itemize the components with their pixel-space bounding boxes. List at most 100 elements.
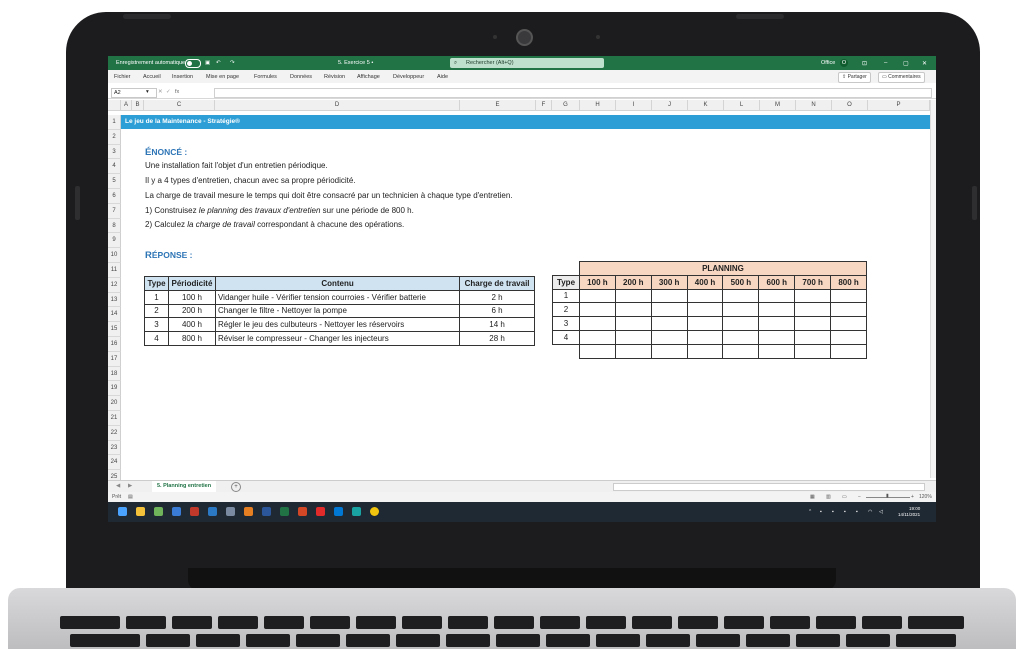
planning-cell[interactable]	[758, 288, 796, 304]
col-header-b[interactable]: B	[132, 100, 144, 111]
period-header[interactable]: 800 h	[830, 274, 867, 290]
page-break-icon[interactable]: ▭	[842, 494, 847, 500]
col-header-a[interactable]: A	[121, 100, 132, 111]
formula-input[interactable]	[214, 88, 932, 98]
col-header-c[interactable]: C	[144, 100, 215, 111]
row-header-24[interactable]: 24	[108, 455, 121, 471]
col-header-f[interactable]: F	[536, 100, 552, 111]
row-header-3[interactable]: 3	[108, 144, 121, 160]
header-charge[interactable]: Charge de travail	[459, 276, 535, 291]
menu-developpeur[interactable]: Développeur	[393, 74, 424, 80]
table-cell[interactable]: 28 h	[459, 331, 535, 346]
table-cell[interactable]: Régler le jeu des culbuteurs - Nettoyer …	[214, 317, 461, 333]
row-header-19[interactable]: 19	[108, 381, 121, 397]
menu-affichage[interactable]: Affichage	[357, 74, 380, 80]
table-cell[interactable]: 100 h	[167, 289, 216, 305]
row-header-7[interactable]: 7	[108, 203, 121, 219]
col-header-l[interactable]: L	[724, 100, 760, 111]
col-header-n[interactable]: N	[796, 100, 832, 111]
horizontal-scrollbar[interactable]	[613, 483, 925, 491]
confirm-icon[interactable]: ✓	[166, 89, 171, 95]
file-explorer-icon[interactable]	[136, 507, 145, 516]
row-header-10[interactable]: 10	[108, 248, 121, 263]
app-icon-visio[interactable]	[208, 507, 217, 516]
excel-icon[interactable]	[280, 507, 289, 516]
sheet-banner[interactable]: Le jeu de la Maintenance - Stratégie®	[121, 115, 930, 129]
app-icon-gray[interactable]	[226, 507, 235, 516]
col-header-i[interactable]: I	[616, 100, 652, 111]
row-header-14[interactable]: 14	[108, 307, 121, 323]
col-header-d[interactable]: D	[215, 100, 460, 111]
planning-cell[interactable]	[830, 288, 867, 304]
row-header-1[interactable]: 1	[108, 115, 121, 130]
planning-type-cell[interactable]: 1	[552, 288, 580, 304]
col-header-p[interactable]: P	[868, 100, 930, 111]
row-header-21[interactable]: 21	[108, 411, 121, 426]
menu-aide[interactable]: Aide	[437, 74, 448, 80]
table-cell[interactable]: 1	[144, 289, 169, 305]
period-header[interactable]: 200 h	[614, 274, 652, 290]
menu-mise-en-page[interactable]: Mise en page	[206, 74, 239, 80]
row-header-20[interactable]: 20	[108, 396, 121, 411]
vlc-icon[interactable]	[244, 507, 253, 516]
planning-cell[interactable]	[794, 316, 832, 331]
volume-icon[interactable]: ◁	[879, 509, 883, 515]
menu-fichier[interactable]: Fichier	[114, 74, 131, 80]
header-contenu[interactable]: Contenu	[214, 276, 461, 291]
comments-button[interactable]: ▭ Commentaires	[878, 72, 925, 83]
tray-icon[interactable]: ▪	[844, 509, 846, 515]
col-header-m[interactable]: M	[760, 100, 796, 111]
tray-icon[interactable]: ▪	[856, 509, 858, 515]
planning-cell[interactable]	[650, 288, 688, 304]
planning-cell[interactable]	[614, 329, 652, 345]
table-cell[interactable]: Réviser le compresseur - Changer les inj…	[214, 331, 461, 346]
planning-cell[interactable]	[578, 343, 616, 359]
planning-cell[interactable]	[650, 302, 688, 318]
table-cell[interactable]: 6 h	[459, 303, 535, 319]
header-type[interactable]: Type	[144, 276, 169, 291]
ribbon-display-icon[interactable]: ⊡	[862, 60, 867, 67]
edge-icon[interactable]	[352, 507, 361, 516]
table-cell[interactable]: Changer le filtre - Nettoyer la pompe	[214, 303, 461, 319]
undo-icon[interactable]: ↶	[216, 60, 221, 66]
planning-title[interactable]: PLANNING	[578, 261, 868, 276]
redo-icon[interactable]: ↷	[230, 60, 235, 66]
col-header-g[interactable]: G	[552, 100, 580, 111]
row-header-23[interactable]: 23	[108, 440, 121, 456]
zoom-in-icon[interactable]: +	[911, 494, 914, 500]
planning-cell[interactable]	[722, 302, 760, 318]
menu-formules[interactable]: Formules	[254, 74, 277, 80]
planning-cell[interactable]	[830, 329, 867, 345]
share-button[interactable]: ⇪ Partager	[838, 72, 871, 83]
period-header[interactable]: 400 h	[686, 274, 724, 290]
zoom-out-icon[interactable]: −	[858, 494, 861, 500]
menu-insertion[interactable]: Insertion	[172, 74, 193, 80]
row-header-16[interactable]: 16	[108, 337, 121, 352]
save-icon[interactable]: ▣	[205, 60, 210, 66]
row-header-11[interactable]: 11	[108, 263, 121, 278]
period-header[interactable]: 500 h	[722, 274, 760, 290]
planning-cell[interactable]	[578, 302, 616, 318]
col-header-e[interactable]: E	[460, 100, 536, 111]
tab-next-icon[interactable]: ▶	[128, 483, 132, 489]
planning-cell[interactable]	[794, 288, 832, 304]
app-icon-red[interactable]	[190, 507, 199, 516]
tray-chevron-icon[interactable]: ⌃	[808, 509, 812, 515]
planning-cell[interactable]	[686, 343, 724, 359]
chrome-icon[interactable]	[370, 507, 379, 516]
account-name[interactable]: Office	[821, 60, 835, 66]
fx-icon[interactable]: fx	[175, 89, 179, 95]
normal-view-icon[interactable]: ▦	[810, 494, 815, 500]
table-cell[interactable]: Vidanger huile - Vérifier tension courro…	[214, 289, 461, 305]
planning-cell[interactable]	[722, 329, 760, 345]
col-header-o[interactable]: O	[832, 100, 868, 111]
planning-cell[interactable]	[722, 343, 760, 359]
minimize-icon[interactable]: –	[884, 60, 887, 66]
row-header-13[interactable]: 13	[108, 292, 121, 308]
row-header-18[interactable]: 18	[108, 366, 121, 382]
table-cell[interactable]: 2	[144, 303, 169, 319]
row-header-4[interactable]: 4	[108, 159, 121, 175]
planning-cell[interactable]	[614, 343, 652, 359]
table-cell[interactable]: 800 h	[167, 331, 216, 346]
planning-cell[interactable]	[614, 316, 652, 331]
